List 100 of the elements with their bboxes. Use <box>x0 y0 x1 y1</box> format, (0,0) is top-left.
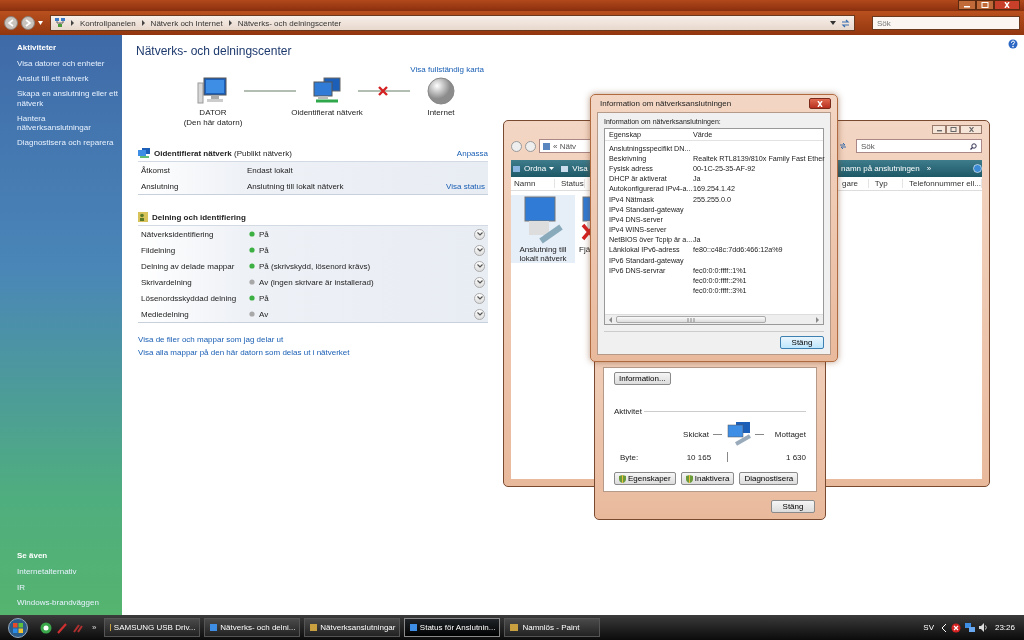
taskbar-button[interactable]: Namnlös - Paint <box>504 618 601 637</box>
row-label: Nätverksidentifiering <box>141 229 215 239</box>
view-button[interactable]: Visa <box>559 164 590 173</box>
overflow-chevron[interactable]: » <box>92 623 97 632</box>
refresh-icon[interactable] <box>841 18 850 28</box>
column-header[interactable]: Telefonnummer ell... <box>905 179 982 188</box>
forward-button[interactable] <box>21 16 35 30</box>
taskbar-button[interactable]: Nätverks- och delni... <box>204 618 301 637</box>
chevron-icon <box>140 20 146 26</box>
horizontal-scrollbar[interactable] <box>605 314 823 324</box>
sidebar-link[interactable]: Visa datorer och enheter <box>17 59 118 69</box>
network-icon <box>543 142 550 150</box>
start-button[interactable] <box>6 615 30 640</box>
speaker-icon[interactable] <box>978 623 988 632</box>
network-icon <box>55 18 65 28</box>
row-label: Skrivardelning <box>141 277 193 287</box>
taskbar-button[interactable]: Nätverksanslutningar <box>304 618 401 637</box>
network-computers-icon <box>138 148 150 159</box>
sidebar-link[interactable]: Skapa en anslutning eller ett nätverk <box>17 89 118 108</box>
maximize-icon <box>949 127 957 132</box>
group-label: Aktivitet <box>614 407 642 416</box>
sidebar-heading: Aktiviteter <box>17 43 58 52</box>
error-icon[interactable] <box>950 622 961 633</box>
breadcrumb[interactable]: Nätverk och Internet <box>150 18 223 28</box>
sidebar-link[interactable]: Diagnostisera och reparera <box>17 138 118 148</box>
chevron-down-icon <box>476 248 483 253</box>
caret-icon[interactable] <box>38 21 43 25</box>
row-value: På (skrivskydd, lösenord krävs) <box>259 261 372 271</box>
breadcrumb[interactable]: Kontrollpanelen <box>80 18 136 28</box>
close-icon <box>967 127 975 132</box>
language-indicator[interactable]: SV <box>923 623 934 632</box>
chevron-icon[interactable] <box>940 623 947 632</box>
action-button[interactable]: Diagnostisera <box>739 472 799 485</box>
network-computers-icon <box>310 77 344 105</box>
expand-button[interactable] <box>474 244 485 256</box>
minimize-icon <box>935 127 943 132</box>
column-header[interactable]: gare <box>839 179 869 188</box>
expand-button[interactable] <box>474 260 485 272</box>
folder-icon <box>513 164 521 173</box>
action-button[interactable]: Inaktivera <box>680 472 735 485</box>
expand-button[interactable] <box>474 292 485 304</box>
taskbar-button[interactable]: Status för Anslutnin... <box>404 618 501 637</box>
row-value: Av <box>259 309 270 319</box>
expand-button[interactable] <box>474 308 485 320</box>
row-value: Av (ingen skrivare är installerad) <box>259 277 375 287</box>
search-field[interactable]: Sök <box>872 16 1020 30</box>
dialog-title: Information om nätverksanslutningen <box>600 99 733 108</box>
address-field[interactable]: Kontrollpanelen Nätverk och Internet Nätverks- och delningscenter <box>50 15 855 31</box>
scroll-right-icon <box>815 316 820 323</box>
received-label: Mottaget <box>773 429 806 439</box>
back-button[interactable] <box>4 16 18 30</box>
breadcrumb[interactable]: « Nätv <box>553 141 577 151</box>
row-label: Lösenordsskyddad delning <box>141 293 238 303</box>
sidebar-link[interactable]: Anslut till ett nätverk <box>17 74 118 84</box>
network-icon[interactable] <box>964 622 975 633</box>
close-button[interactable] <box>994 0 1020 10</box>
minimize-button[interactable] <box>958 0 976 10</box>
address-field[interactable]: « Nätv <box>539 139 591 153</box>
globe-icon[interactable] <box>40 621 52 634</box>
scroll-left-icon <box>608 316 613 323</box>
overflow-chevron[interactable]: » <box>924 164 934 173</box>
customize-link[interactable]: Anpassa <box>456 148 488 158</box>
full-map-link[interactable]: Visa fullständig karta <box>410 65 484 74</box>
action-button[interactable]: Egenskaper <box>614 472 676 485</box>
sidebar-heading: Se även <box>17 551 49 561</box>
refresh-icon[interactable] <box>839 142 847 150</box>
close-button[interactable]: Stäng <box>771 500 815 513</box>
breadcrumb[interactable]: Nätverks- och delningscenter <box>237 18 342 28</box>
item-label: Fjä <box>579 245 591 255</box>
organize-button[interactable]: Ordna <box>511 164 557 173</box>
dropdown-icon[interactable] <box>830 21 836 25</box>
taskbar-button[interactable]: SAMSUNG USB Driv... <box>104 618 201 637</box>
search-field[interactable]: Sök <box>856 139 982 153</box>
chevron-icon <box>70 20 75 26</box>
row-label: Fildelning <box>141 245 177 255</box>
network-computers-icon <box>726 422 751 446</box>
column-header[interactable]: Status <box>558 179 585 188</box>
sidebar-link[interactable]: Hantera nätverksanslutningar <box>17 113 118 133</box>
view-status-link[interactable]: Visa status <box>446 181 485 191</box>
column-header[interactable]: Typ <box>871 179 903 188</box>
column-header[interactable]: Namn <box>511 179 555 188</box>
pencil-icon[interactable] <box>56 621 68 634</box>
help-icon[interactable] <box>973 164 982 173</box>
information-button[interactable]: Information... <box>614 372 671 385</box>
sent-label: Skickat <box>682 429 709 439</box>
maximize-button[interactable] <box>976 0 994 10</box>
chevron-down-icon <box>476 296 483 301</box>
grip-icon <box>687 317 695 322</box>
chevron-down-icon <box>476 232 483 237</box>
close-icon <box>816 100 824 107</box>
rename-button[interactable]: namn på anslutningen <box>839 164 922 173</box>
expand-button[interactable] <box>474 228 485 240</box>
close-button[interactable] <box>809 98 831 109</box>
connection-item[interactable]: Anslutning till lokalt nätverk <box>511 195 575 264</box>
expand-button[interactable] <box>474 276 485 288</box>
row-label: Mediedelning <box>141 309 190 319</box>
help-icon[interactable] <box>1008 39 1018 49</box>
flag-icon <box>8 617 28 638</box>
chevron-icon <box>227 20 233 26</box>
close-button[interactable]: Stäng <box>780 336 824 349</box>
